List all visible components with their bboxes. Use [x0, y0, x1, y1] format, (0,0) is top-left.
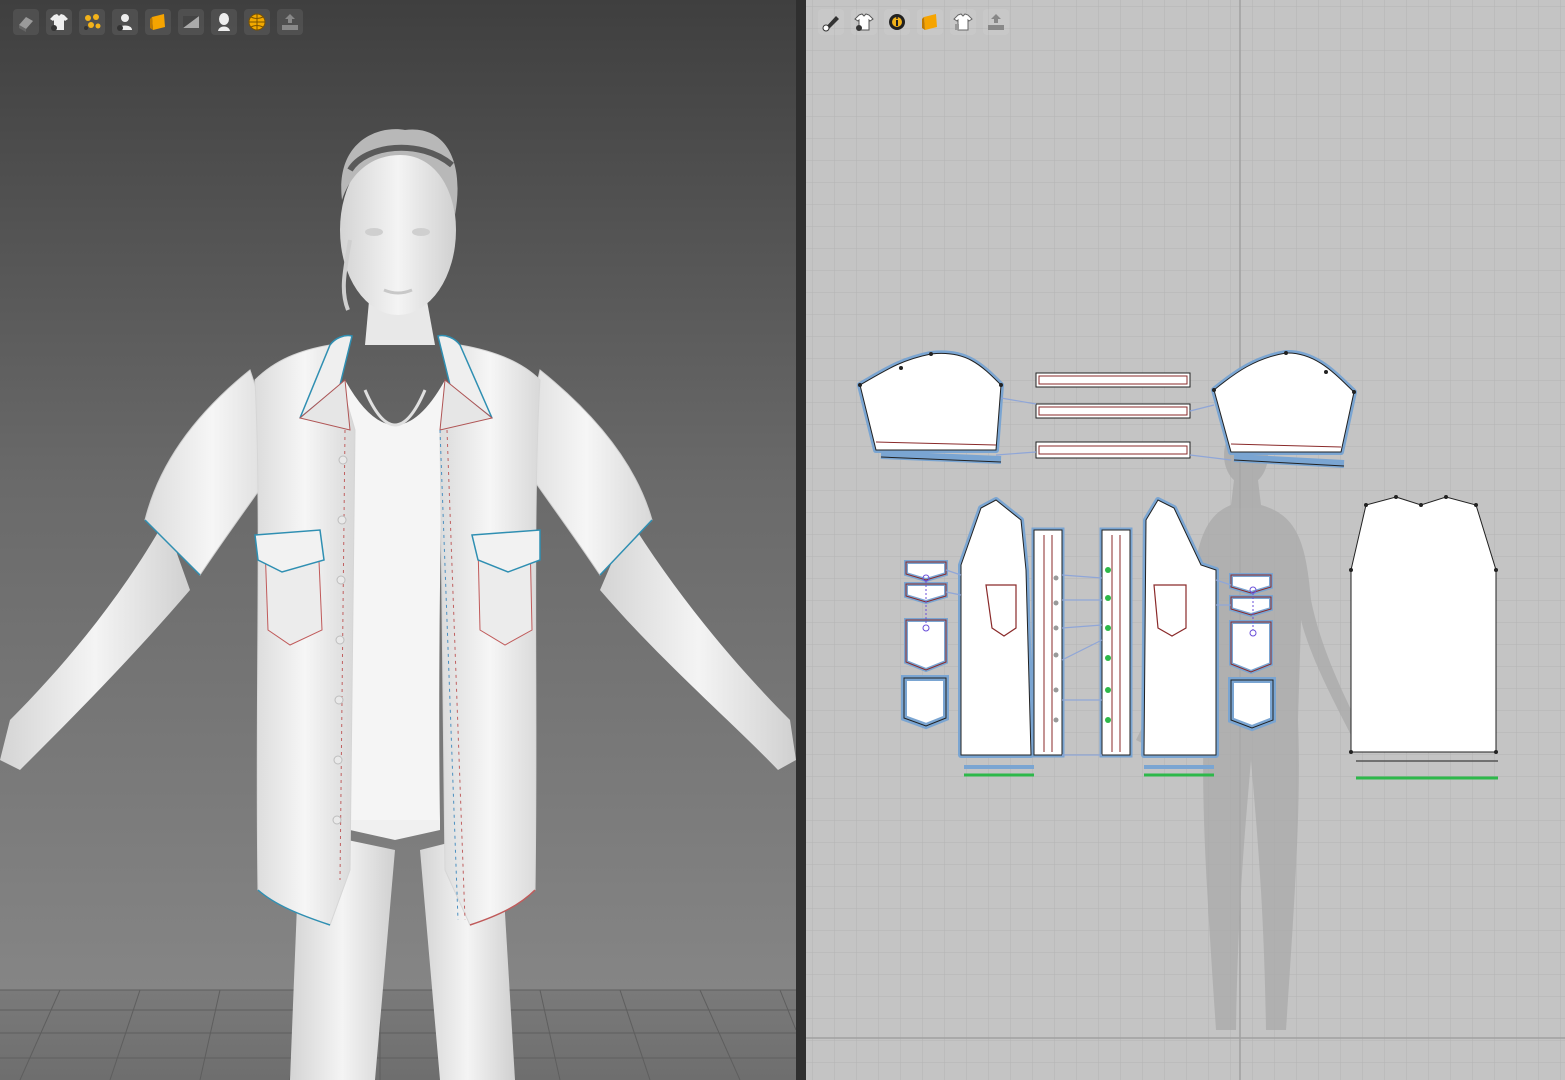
fabric-texture-icon[interactable] [145, 9, 171, 35]
pattern-piece-left-front[interactable] [958, 497, 1034, 777]
pattern-piece-right-placket[interactable] [1099, 527, 1133, 758]
garment-arrangement-icon[interactable] [950, 9, 976, 35]
3d-garment-display-icon[interactable] [13, 9, 39, 35]
floor-grid [0, 989, 796, 1080]
pattern-piece-left-pocket-flap-1[interactable] [904, 560, 948, 583]
garment-visibility-icon[interactable] [46, 9, 72, 35]
garment-display-icon[interactable] [851, 9, 877, 35]
2d-viewport-toolbar [818, 9, 1009, 35]
lighting-icon[interactable] [178, 9, 204, 35]
2d-pattern-canvas[interactable] [806, 0, 1565, 1080]
export-icon[interactable] [983, 9, 1009, 35]
fabric-texture-icon[interactable] [917, 9, 943, 35]
avatar-display-icon[interactable] [112, 9, 138, 35]
pattern-piece-left-pocket-1[interactable] [904, 618, 948, 673]
pattern-piece-left-pocket-2[interactable] [901, 675, 949, 730]
info-icon[interactable] [884, 9, 910, 35]
2d-pattern-viewport[interactable] [806, 0, 1565, 1080]
pen-edit-icon[interactable] [818, 9, 844, 35]
pattern-piece-back[interactable] [1349, 495, 1498, 780]
pattern-piece-collar-band-3[interactable] [1035, 441, 1191, 459]
simulation-particles-icon[interactable] [79, 9, 105, 35]
3d-viewport-toolbar [13, 9, 303, 35]
pattern-piece-right-pocket-flap-2[interactable] [1229, 595, 1273, 618]
3d-scene[interactable] [0, 0, 796, 1080]
pattern-piece-left-placket[interactable] [1031, 527, 1065, 758]
pattern-piece-collar-band-2[interactable] [1035, 403, 1191, 419]
avatar-silhouette-icon[interactable] [211, 9, 237, 35]
pattern-piece-right-pocket-flap-1[interactable] [1229, 573, 1273, 596]
export-icon[interactable] [277, 9, 303, 35]
mesh-globe-icon[interactable] [244, 9, 270, 35]
pattern-piece-right-pocket-2[interactable] [1228, 677, 1276, 732]
avatar[interactable] [0, 129, 796, 1080]
pattern-piece-collar-band-1[interactable] [1035, 372, 1191, 388]
3d-viewport[interactable] [0, 0, 796, 1080]
viewport-divider[interactable] [796, 0, 806, 1080]
pattern-piece-right-pocket-1[interactable] [1229, 620, 1273, 675]
